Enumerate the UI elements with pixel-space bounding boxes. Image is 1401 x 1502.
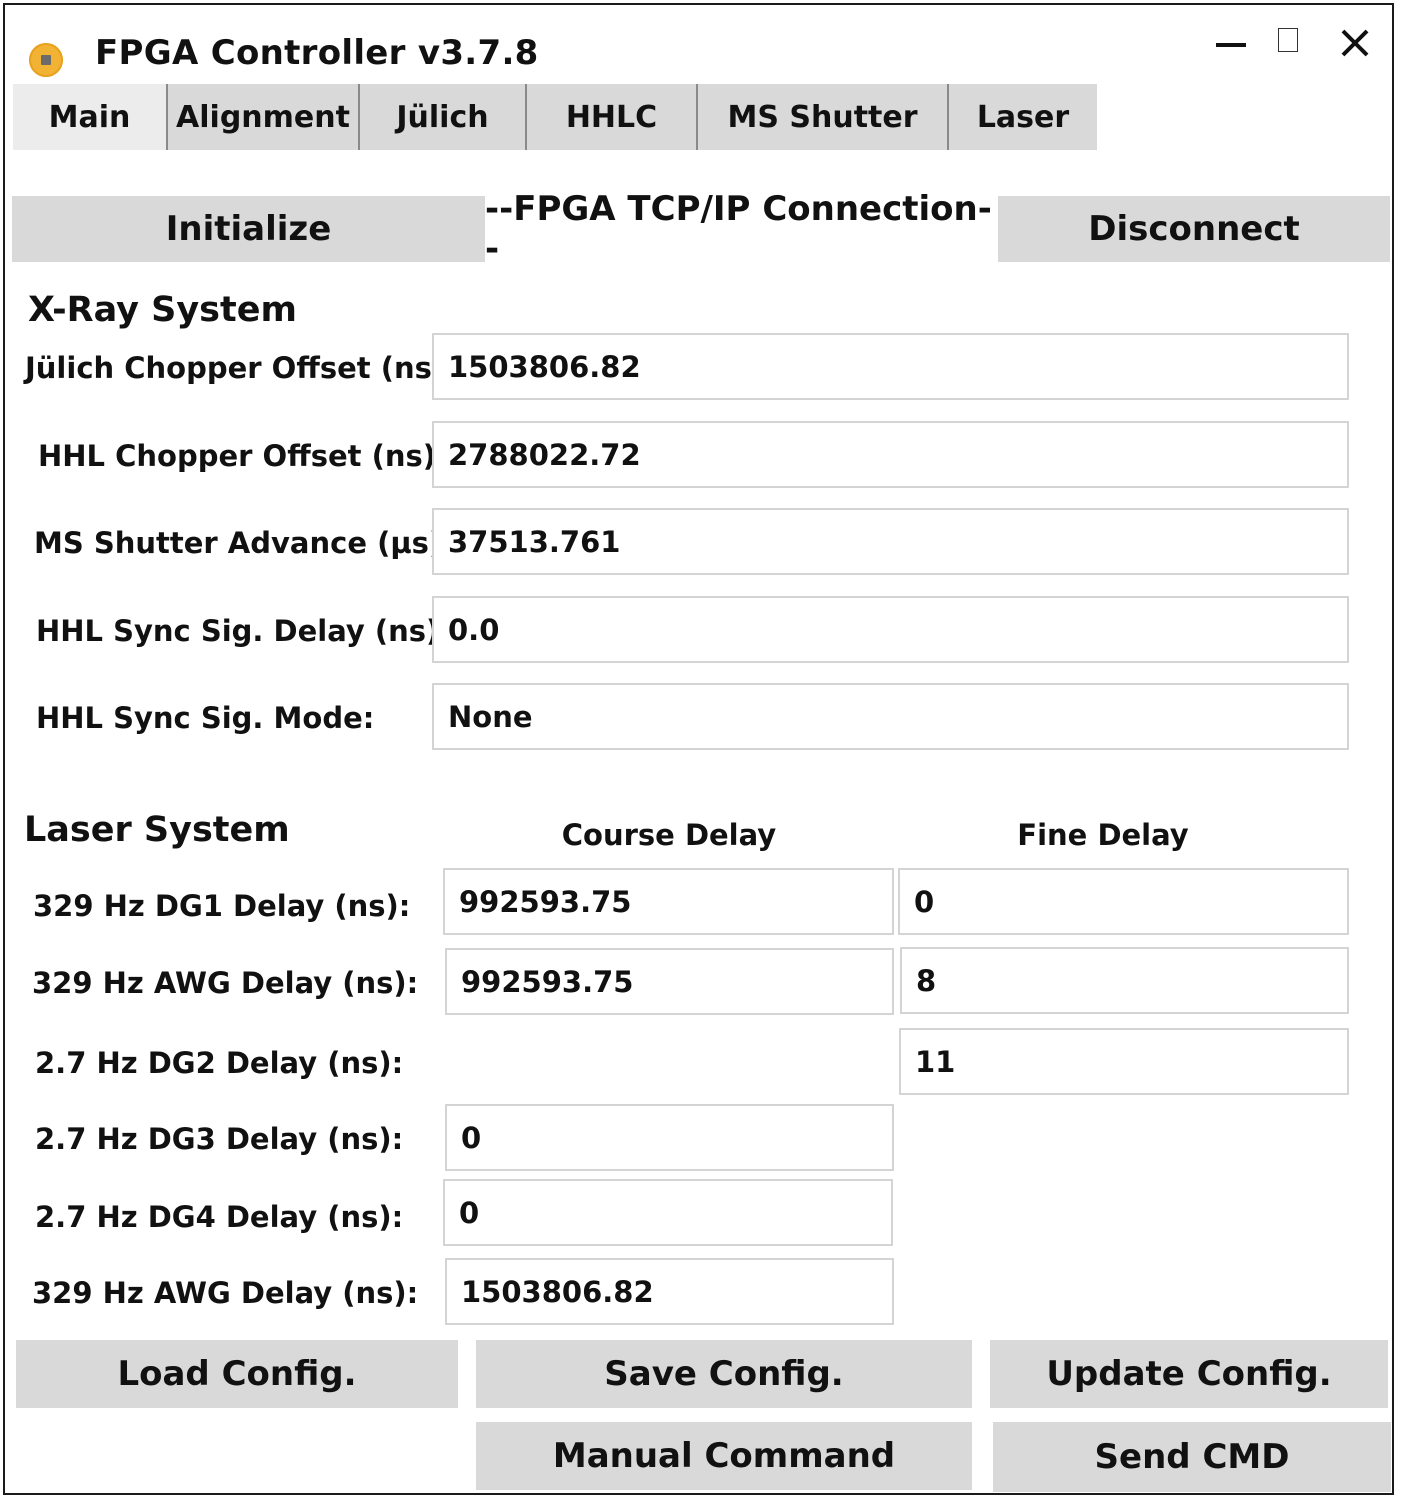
hhl-chopper-offset-input[interactable]: 2788022.72 (432, 421, 1349, 488)
close-button[interactable] (1336, 24, 1374, 62)
dg3-course-delay-input[interactable]: 0 (445, 1104, 894, 1171)
manual-command-button[interactable]: Manual Command (476, 1422, 972, 1490)
course-delay-header: Course Delay (561, 818, 777, 852)
dg3-delay-label: 2.7 Hz DG3 Delay (ns): (35, 1122, 404, 1156)
load-config-button[interactable]: Load Config. (16, 1340, 458, 1408)
initialize-button[interactable]: Initialize (12, 196, 485, 262)
dg4-delay-label: 2.7 Hz DG4 Delay (ns): (35, 1200, 404, 1234)
xray-section-heading: X-Ray System (28, 290, 297, 330)
dg2-fine-delay-input[interactable]: 11 (899, 1028, 1349, 1095)
disconnect-button[interactable]: Disconnect (998, 196, 1390, 262)
minimize-button[interactable] (1216, 43, 1246, 47)
laser-section-heading: Laser System (24, 810, 290, 850)
hhl-sync-sig-delay-input[interactable]: 0.0 (432, 596, 1349, 663)
ms-shutter-advance-input[interactable]: 37513.761 (432, 508, 1349, 575)
tab-hhlc[interactable]: HHLC (527, 84, 698, 150)
hhl-sync-sig-mode-label: HHL Sync Sig. Mode: (36, 701, 375, 735)
maximize-button[interactable] (1278, 28, 1298, 52)
dg2-delay-label: 2.7 Hz DG2 Delay (ns): (35, 1046, 404, 1080)
hhl-sync-sig-delay-label: HHL Sync Sig. Delay (ns): (36, 614, 451, 648)
awg-fine-delay-input[interactable]: 8 (900, 947, 1349, 1014)
window-title: FPGA Controller v3.7.8 (95, 33, 539, 73)
tab-ms-shutter[interactable]: MS Shutter (698, 84, 949, 150)
connection-status-label: --FPGA TCP/IP Connection-- (485, 189, 998, 269)
awg-delay-2-label: 329 Hz AWG Delay (ns): (32, 1276, 419, 1310)
tab-laser[interactable]: Laser (949, 84, 1097, 150)
tab-julich[interactable]: Jülich (360, 84, 527, 150)
app-icon (29, 43, 63, 77)
ms-shutter-advance-label: MS Shutter Advance (µs): (34, 526, 454, 560)
dg1-course-delay-input[interactable]: 992593.75 (443, 868, 894, 935)
tab-alignment[interactable]: Alignment (168, 84, 360, 150)
dg1-fine-delay-input[interactable]: 0 (898, 868, 1349, 935)
julich-chopper-offset-label: Jülich Chopper Offset (ns): (25, 351, 457, 385)
hhl-chopper-offset-label: HHL Chopper Offset (ns): (38, 439, 448, 473)
dg1-delay-label: 329 Hz DG1 Delay (ns): (33, 889, 411, 923)
send-cmd-button[interactable]: Send CMD (993, 1422, 1391, 1492)
update-config-button[interactable]: Update Config. (990, 1340, 1388, 1408)
fine-delay-header: Fine Delay (1017, 818, 1189, 852)
dg4-course-delay-input[interactable]: 0 (443, 1179, 893, 1246)
julich-chopper-offset-input[interactable]: 1503806.82 (432, 333, 1349, 400)
save-config-button[interactable]: Save Config. (476, 1340, 972, 1408)
awg-delay-label: 329 Hz AWG Delay (ns): (32, 966, 419, 1000)
hhl-sync-sig-mode-input[interactable]: None (432, 683, 1349, 750)
tab-main[interactable]: Main (13, 84, 168, 150)
awg-course-delay-input[interactable]: 992593.75 (445, 948, 894, 1015)
awg-2-course-delay-input[interactable]: 1503806.82 (445, 1258, 894, 1325)
